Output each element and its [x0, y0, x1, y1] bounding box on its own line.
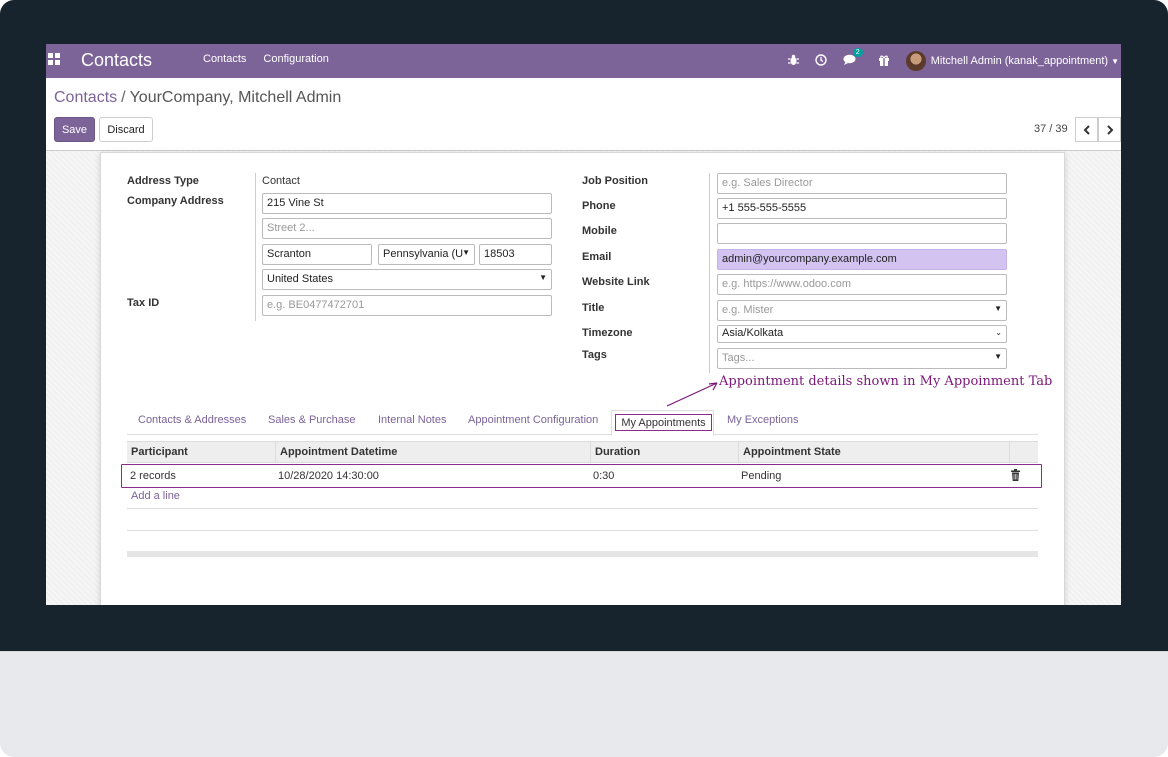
tab-internal-notes[interactable]: Internal Notes	[378, 414, 446, 426]
clock-icon[interactable]	[815, 53, 827, 69]
caret-down-icon[interactable]: ▼	[1111, 57, 1119, 66]
address-type-value[interactable]: Contact	[262, 175, 300, 187]
control-panel: Contacts / YourCompany, Mitchell Admin Sav…	[46, 78, 1121, 151]
column-appointment-state[interactable]: Appointment State	[739, 442, 1010, 463]
chevron-right-icon[interactable]	[1098, 117, 1121, 142]
right-group-divider	[709, 173, 710, 373]
phone-label: Phone	[582, 200, 616, 212]
menu-configuration[interactable]: Configuration	[263, 53, 328, 65]
caret-down-icon: ⌄	[995, 328, 1002, 337]
caret-down-icon: ▼	[539, 273, 547, 282]
title-label: Title	[582, 302, 605, 314]
address-type-label: Address Type	[127, 175, 199, 187]
caret-down-icon: ▼	[994, 352, 1002, 361]
email-field[interactable]: admin@yourcompany.example.com	[717, 249, 1007, 270]
top-navbar: Contacts Contacts Configuration 2 Mitche…	[46, 44, 1121, 78]
job-position-field[interactable]: e.g. Sales Director	[717, 173, 1007, 194]
company-address-label: Company Address	[127, 195, 224, 207]
tab-my-appointments[interactable]: My Appointments	[611, 410, 714, 436]
chat-icon[interactable]: 2	[843, 48, 863, 68]
tags-label: Tags	[582, 349, 607, 361]
phone-field[interactable]: +1 555-555-5555	[717, 198, 1007, 219]
messages-badge: 2	[852, 48, 863, 57]
cell-duration[interactable]: 0:30	[593, 470, 614, 482]
main-menu: Contacts Configuration	[203, 53, 329, 65]
notebook-tabs: Contacts & Addresses Sales & Purchase In…	[127, 410, 1038, 436]
annotation-text: Appointment details shown in My Appoinme…	[719, 374, 1053, 389]
table-row-separator	[127, 530, 1038, 531]
table-header: Participant Appointment Datetime Duratio…	[127, 441, 1038, 463]
breadcrumb-current: YourCompany, Mitchell Admin	[129, 89, 342, 106]
timezone-label: Timezone	[582, 327, 633, 339]
zip-field[interactable]: 18503	[479, 244, 552, 265]
trash-icon[interactable]	[1011, 469, 1020, 481]
discard-button[interactable]: Discard	[99, 117, 153, 142]
tab-my-appointments-label: My Appointments	[615, 414, 712, 431]
tab-appointment-configuration[interactable]: Appointment Configuration	[468, 414, 598, 426]
chevron-left-icon[interactable]	[1075, 117, 1098, 142]
website-field[interactable]: e.g. https://www.odoo.com	[717, 274, 1007, 295]
timezone-value: Asia/Kolkata	[722, 327, 784, 339]
city-field[interactable]: Scranton	[262, 244, 372, 265]
annotation-arrow	[666, 382, 718, 407]
country-select[interactable]: United States ▼	[262, 269, 552, 290]
cell-state[interactable]: Pending	[741, 470, 781, 482]
job-position-label: Job Position	[582, 175, 648, 187]
column-participant[interactable]: Participant	[127, 442, 276, 463]
user-menu[interactable]: Mitchell Admin (kanak_appointment)	[931, 55, 1108, 67]
tab-contacts-addresses[interactable]: Contacts & Addresses	[138, 414, 246, 426]
save-button[interactable]: Save	[54, 117, 95, 142]
breadcrumb-separator: /	[121, 89, 126, 106]
street-field[interactable]: 215 Vine St	[262, 193, 552, 214]
systray: 2 Mitchell Admin (kanak_appointment) ▼	[787, 44, 1121, 78]
user-avatar[interactable]	[905, 51, 926, 71]
bug-icon[interactable]	[787, 54, 799, 69]
tab-my-exceptions[interactable]: My Exceptions	[727, 414, 799, 426]
screen: Contacts Contacts Configuration 2 Mitche…	[46, 44, 1121, 605]
apps-icon[interactable]	[48, 53, 60, 65]
tax-id-label: Tax ID	[127, 297, 160, 309]
table-row[interactable]: 2 records 10/28/2020 14:30:00 0:30 Pendi…	[121, 464, 1042, 488]
state-select[interactable]: Pennsylvania (U ▼	[378, 244, 475, 265]
menu-contacts[interactable]: Contacts	[203, 53, 246, 65]
mobile-field[interactable]	[717, 223, 1007, 244]
tab-sales-purchase[interactable]: Sales & Purchase	[268, 414, 355, 426]
pager-value[interactable]: 37 / 39	[1034, 123, 1068, 135]
mobile-label: Mobile	[582, 225, 617, 237]
tax-id-field[interactable]: e.g. BE0477472701	[262, 295, 552, 316]
app-title: Contacts	[81, 50, 153, 70]
tags-field[interactable]: Tags... ▼	[717, 348, 1007, 369]
caret-down-icon: ▼	[462, 248, 470, 257]
title-select[interactable]: e.g. Mister ▼	[717, 300, 1007, 321]
column-duration[interactable]: Duration	[591, 442, 739, 463]
tags-placeholder: Tags...	[722, 352, 755, 364]
cell-participant[interactable]: 2 records	[130, 470, 176, 482]
caret-down-icon: ▼	[994, 304, 1002, 313]
table-row-separator	[127, 508, 1038, 509]
gift-icon[interactable]	[878, 54, 890, 69]
street2-field[interactable]: Street 2...	[262, 218, 552, 239]
left-group-divider	[255, 173, 256, 321]
breadcrumb-contacts[interactable]: Contacts	[54, 89, 117, 106]
title-placeholder: e.g. Mister	[722, 304, 774, 316]
table-footer	[127, 551, 1038, 557]
monitor-stand	[0, 651, 1168, 757]
add-line-link[interactable]: Add a line	[131, 490, 180, 502]
timezone-select[interactable]: Asia/Kolkata ⌄	[717, 325, 1007, 343]
state-value: Pennsylvania (U	[383, 248, 464, 260]
website-label: Website Link	[582, 276, 650, 288]
country-value: United States	[267, 273, 334, 285]
column-appointment-datetime[interactable]: Appointment Datetime	[276, 442, 591, 463]
email-label: Email	[582, 251, 612, 263]
form-sheet: Address Type Contact Company Address 215…	[100, 152, 1065, 605]
breadcrumb: Contacts / YourCompany, Mitchell Admin	[54, 89, 341, 107]
cell-datetime[interactable]: 10/28/2020 14:30:00	[278, 470, 379, 482]
